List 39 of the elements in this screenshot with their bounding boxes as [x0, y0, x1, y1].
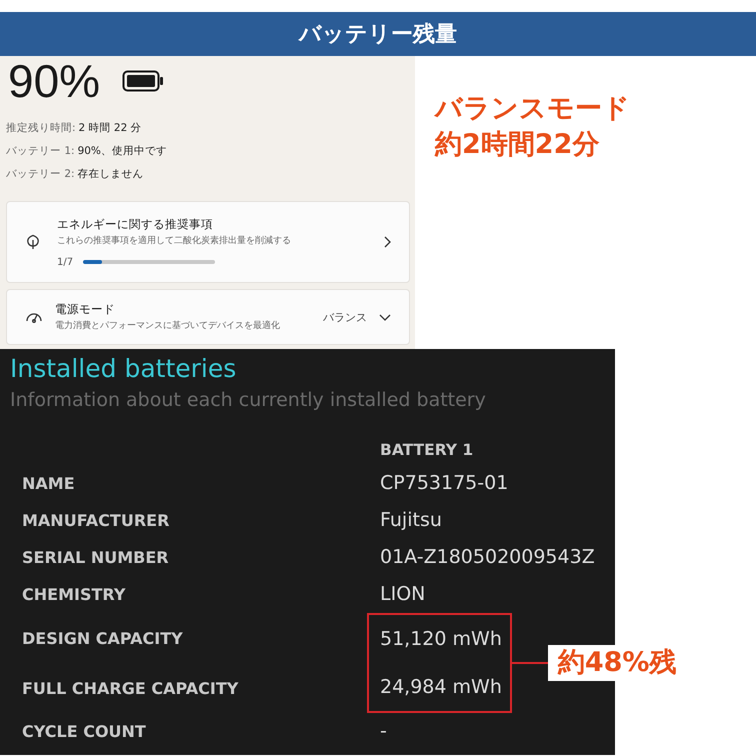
report-title: Installed batteries [10, 353, 238, 385]
settings-card[interactable]: エネルギーに関する推奨事項 これらの推奨事項を適用して二酸化炭素排出量を削減する 1/7 [6, 201, 410, 283]
column-header: BATTERY 1 [380, 440, 474, 461]
card-title: 電源モード [55, 302, 116, 317]
info-value: 90%、使用中です [78, 144, 167, 159]
row-label: DESIGN CAPACITY [22, 628, 184, 650]
row-label: SERIAL NUMBER [22, 547, 170, 569]
leaf-icon [25, 234, 41, 250]
row-value: 24,984 mWh [380, 674, 502, 700]
progress-count: 1/7 [57, 256, 74, 268]
card-title: エネルギーに関する推奨事項 [57, 216, 214, 232]
row-value: - [380, 719, 388, 744]
header-title: バッテリー残量 [299, 21, 457, 49]
info-label: バッテリー 2: [6, 167, 75, 182]
row-label: MANUFACTURER [22, 510, 170, 532]
row-value: CP753175-01 [380, 471, 510, 496]
card-subtitle: これらの推奨事項を適用して二酸化炭素排出量を削減する [57, 234, 292, 246]
settings-card[interactable]: 電源モード 電力消費とパフォーマンスに基づいてデバイスを最適化 バランス [6, 289, 410, 345]
row-label: NAME [22, 473, 76, 495]
row-label: FULL CHARGE CAPACITY [22, 678, 240, 700]
row-label: CHEMISTRY [22, 584, 126, 606]
annotation-text: 約2時間22分 [435, 128, 600, 162]
card-subtitle: 電力消費とパフォーマンスに基づいてデバイスを最適化 [55, 320, 281, 332]
info-value: 2 時間 22 分 [78, 121, 142, 136]
chevron-right-icon [383, 236, 391, 248]
info-value: 存在しません [78, 167, 144, 182]
row-value: Fujitsu [380, 508, 443, 533]
dropdown-value: バランス [323, 310, 367, 324]
battery-percent: 90% [8, 58, 100, 104]
row-value: 51,120 mWh [380, 626, 502, 652]
info-label: バッテリー 1: [6, 144, 75, 159]
annotation-text: バランスモード [435, 92, 630, 126]
battery-icon [122, 70, 164, 92]
row-value: LION [380, 582, 426, 607]
report-subtitle: Information about each currently installed battery [10, 388, 487, 413]
info-label: 推定残り時間: [6, 121, 76, 136]
chevron-down-icon [379, 313, 391, 321]
row-value: 01A-Z180502009543Z [380, 545, 596, 570]
row-label: CYCLE COUNT [22, 721, 147, 743]
